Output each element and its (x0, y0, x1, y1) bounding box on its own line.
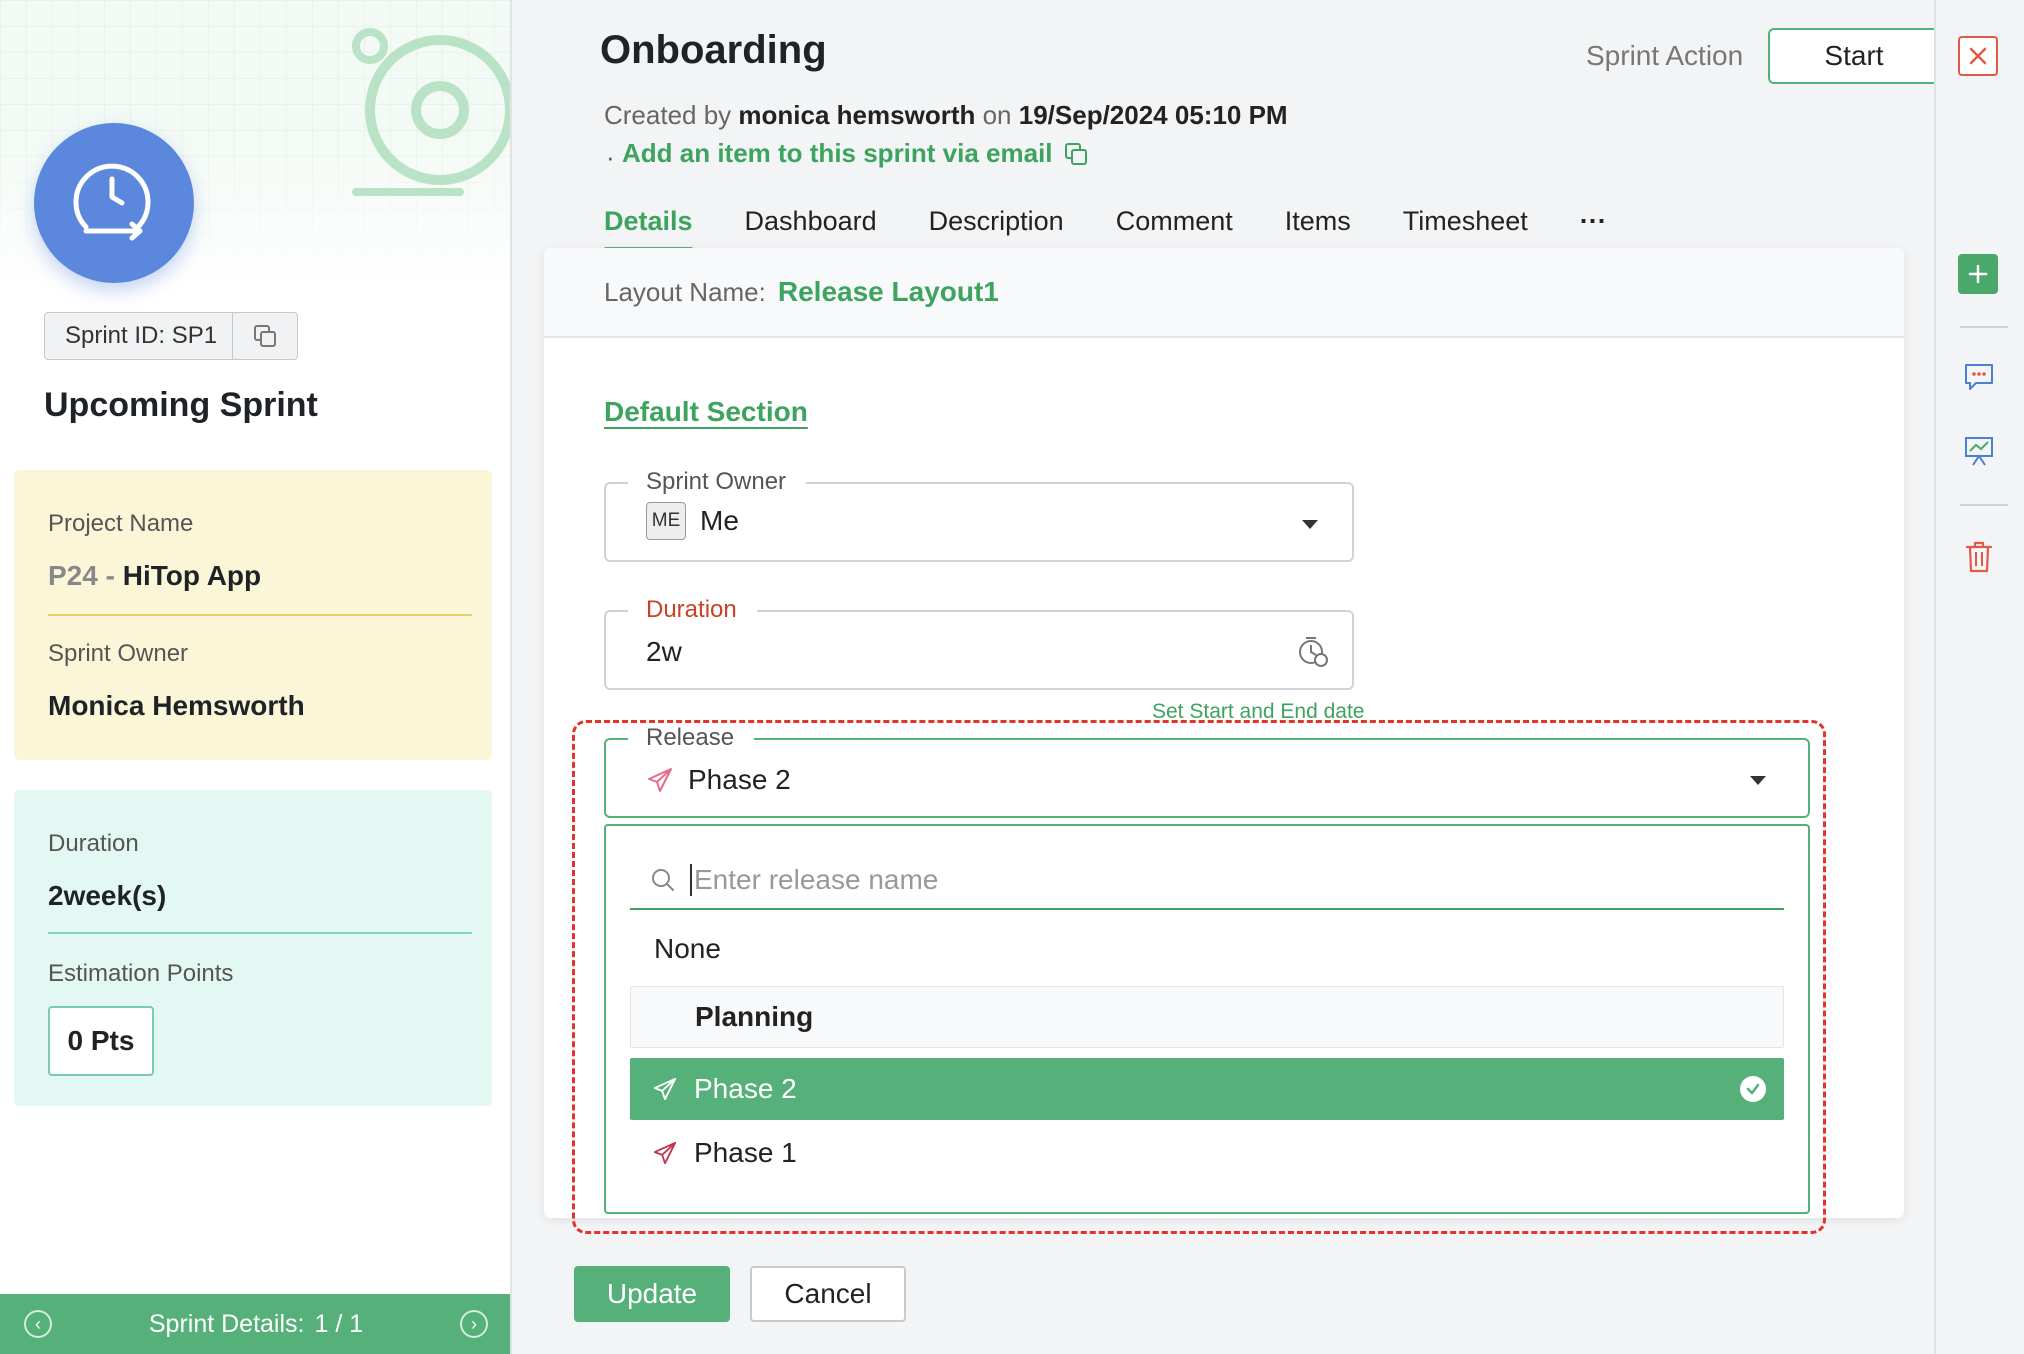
sprint-id-label: Sprint ID: SP1 (45, 313, 233, 359)
sprint-details-pager: ‹ Sprint Details: 1 / 1 › (0, 1294, 510, 1354)
duration-input-value: 2w (646, 636, 682, 667)
chevron-down-icon (1302, 520, 1318, 529)
sprint-owner-value: ME Me (646, 502, 739, 540)
copy-sprint-id-button[interactable] (233, 323, 297, 349)
user-avatar-badge: ME (646, 502, 686, 540)
created-by: monica hemsworth (738, 100, 976, 130)
close-icon (1969, 47, 1987, 65)
divider (48, 932, 472, 934)
sprint-owner-text: Me (700, 505, 739, 536)
project-prefix: P24 - (48, 560, 115, 591)
tab-comment[interactable]: Comment (1116, 206, 1233, 251)
owner-name: Monica Hemsworth (48, 690, 305, 721)
project-value: P24 - HiTop App (48, 560, 261, 592)
detail-tabs: Details Dashboard Description Comment It… (604, 206, 1659, 251)
decorative-circle-icon (352, 28, 510, 196)
pager-count: 1 / 1 (314, 1309, 364, 1338)
sprint-owner-legend: Sprint Owner (628, 468, 807, 496)
created-date: 19/Sep/2024 05:10 PM (1018, 100, 1288, 130)
copy-icon (254, 325, 276, 347)
tab-items[interactable]: Items (1285, 206, 1351, 251)
divider (1960, 326, 2008, 328)
divider (48, 614, 472, 616)
duration-label: Duration (48, 830, 139, 857)
tab-timesheet[interactable]: Timesheet (1403, 206, 1528, 251)
next-sprint-button[interactable]: › (460, 1310, 488, 1338)
sprint-id-chip: Sprint ID: SP1 (44, 312, 298, 360)
add-button[interactable] (1958, 254, 1998, 294)
presentation-button[interactable] (1958, 430, 2000, 472)
created-info: Created by monica hemsworth on 19/Sep/20… (604, 100, 1288, 131)
project-label: Project Name (48, 510, 194, 537)
layout-header: Layout Name: Release Layout1 (544, 248, 1904, 338)
layout-label: Layout Name: (604, 276, 766, 307)
page-title: Onboarding (600, 28, 827, 72)
trash-icon (1965, 541, 1993, 573)
presentation-chart-icon (1965, 437, 1993, 466)
previous-sprint-button[interactable]: ‹ (24, 1310, 52, 1338)
estimation-label: Estimation Points (48, 960, 234, 987)
add-item-via-email-link[interactable]: · Add an item to this sprint via email (606, 138, 1089, 172)
more-tabs-button[interactable]: ··· (1580, 206, 1607, 251)
chat-icon (1965, 364, 1993, 390)
sprint-action-label: Sprint Action (1586, 40, 1744, 71)
cancel-button[interactable]: Cancel (750, 1266, 906, 1322)
project-name: HiTop App (122, 560, 262, 591)
layout-name[interactable]: Release Layout1 (778, 276, 999, 308)
plus-icon (1968, 264, 1988, 284)
estimation-points-box: 0 Pts (48, 1006, 154, 1076)
project-card: Project Name P24 - HiTop App Sprint Owne… (14, 470, 492, 760)
calendar-timer-icon[interactable] (1296, 634, 1330, 668)
duration-field[interactable]: Duration 2w (604, 596, 1354, 690)
copy-icon[interactable] (1063, 141, 1089, 167)
created-on-word: on (982, 100, 1012, 130)
tab-description[interactable]: Description (929, 206, 1064, 251)
duration-legend: Duration (628, 596, 757, 624)
focus-highlight (572, 720, 1826, 1234)
section-title[interactable]: Default Section (604, 396, 808, 428)
divider (1960, 504, 2008, 506)
chevron-left-icon: ‹ (35, 1313, 41, 1334)
close-button[interactable] (1958, 36, 1998, 76)
pager-label: Sprint Details: (148, 1309, 305, 1338)
tab-dashboard[interactable]: Dashboard (745, 206, 877, 251)
start-sprint-button[interactable]: Start (1768, 28, 1938, 84)
update-button[interactable]: Update (574, 1266, 730, 1322)
sprint-clock-icon (73, 163, 151, 241)
delete-button[interactable] (1958, 536, 2000, 578)
sprint-owner-select[interactable]: Sprint Owner ME Me (604, 468, 1354, 562)
duration-value: 2week(s) (48, 880, 167, 911)
bullet: · (606, 142, 615, 172)
tab-details[interactable]: Details (604, 206, 693, 251)
sprint-summary-panel: Sprint ID: SP1 Upcoming Sprint Project N… (0, 0, 512, 1354)
action-rail (1934, 0, 2024, 1354)
sprint-status: Upcoming Sprint (44, 386, 318, 424)
created-prefix: Created by (604, 100, 732, 130)
email-link-label: Add an item to this sprint via email (622, 138, 1053, 168)
comments-button[interactable] (1958, 356, 2000, 398)
owner-label: Sprint Owner (48, 640, 189, 667)
duration-card: Duration 2week(s) Estimation Points 0 Pt… (14, 790, 492, 1106)
sprint-avatar (34, 123, 194, 283)
chevron-right-icon: › (471, 1313, 477, 1334)
